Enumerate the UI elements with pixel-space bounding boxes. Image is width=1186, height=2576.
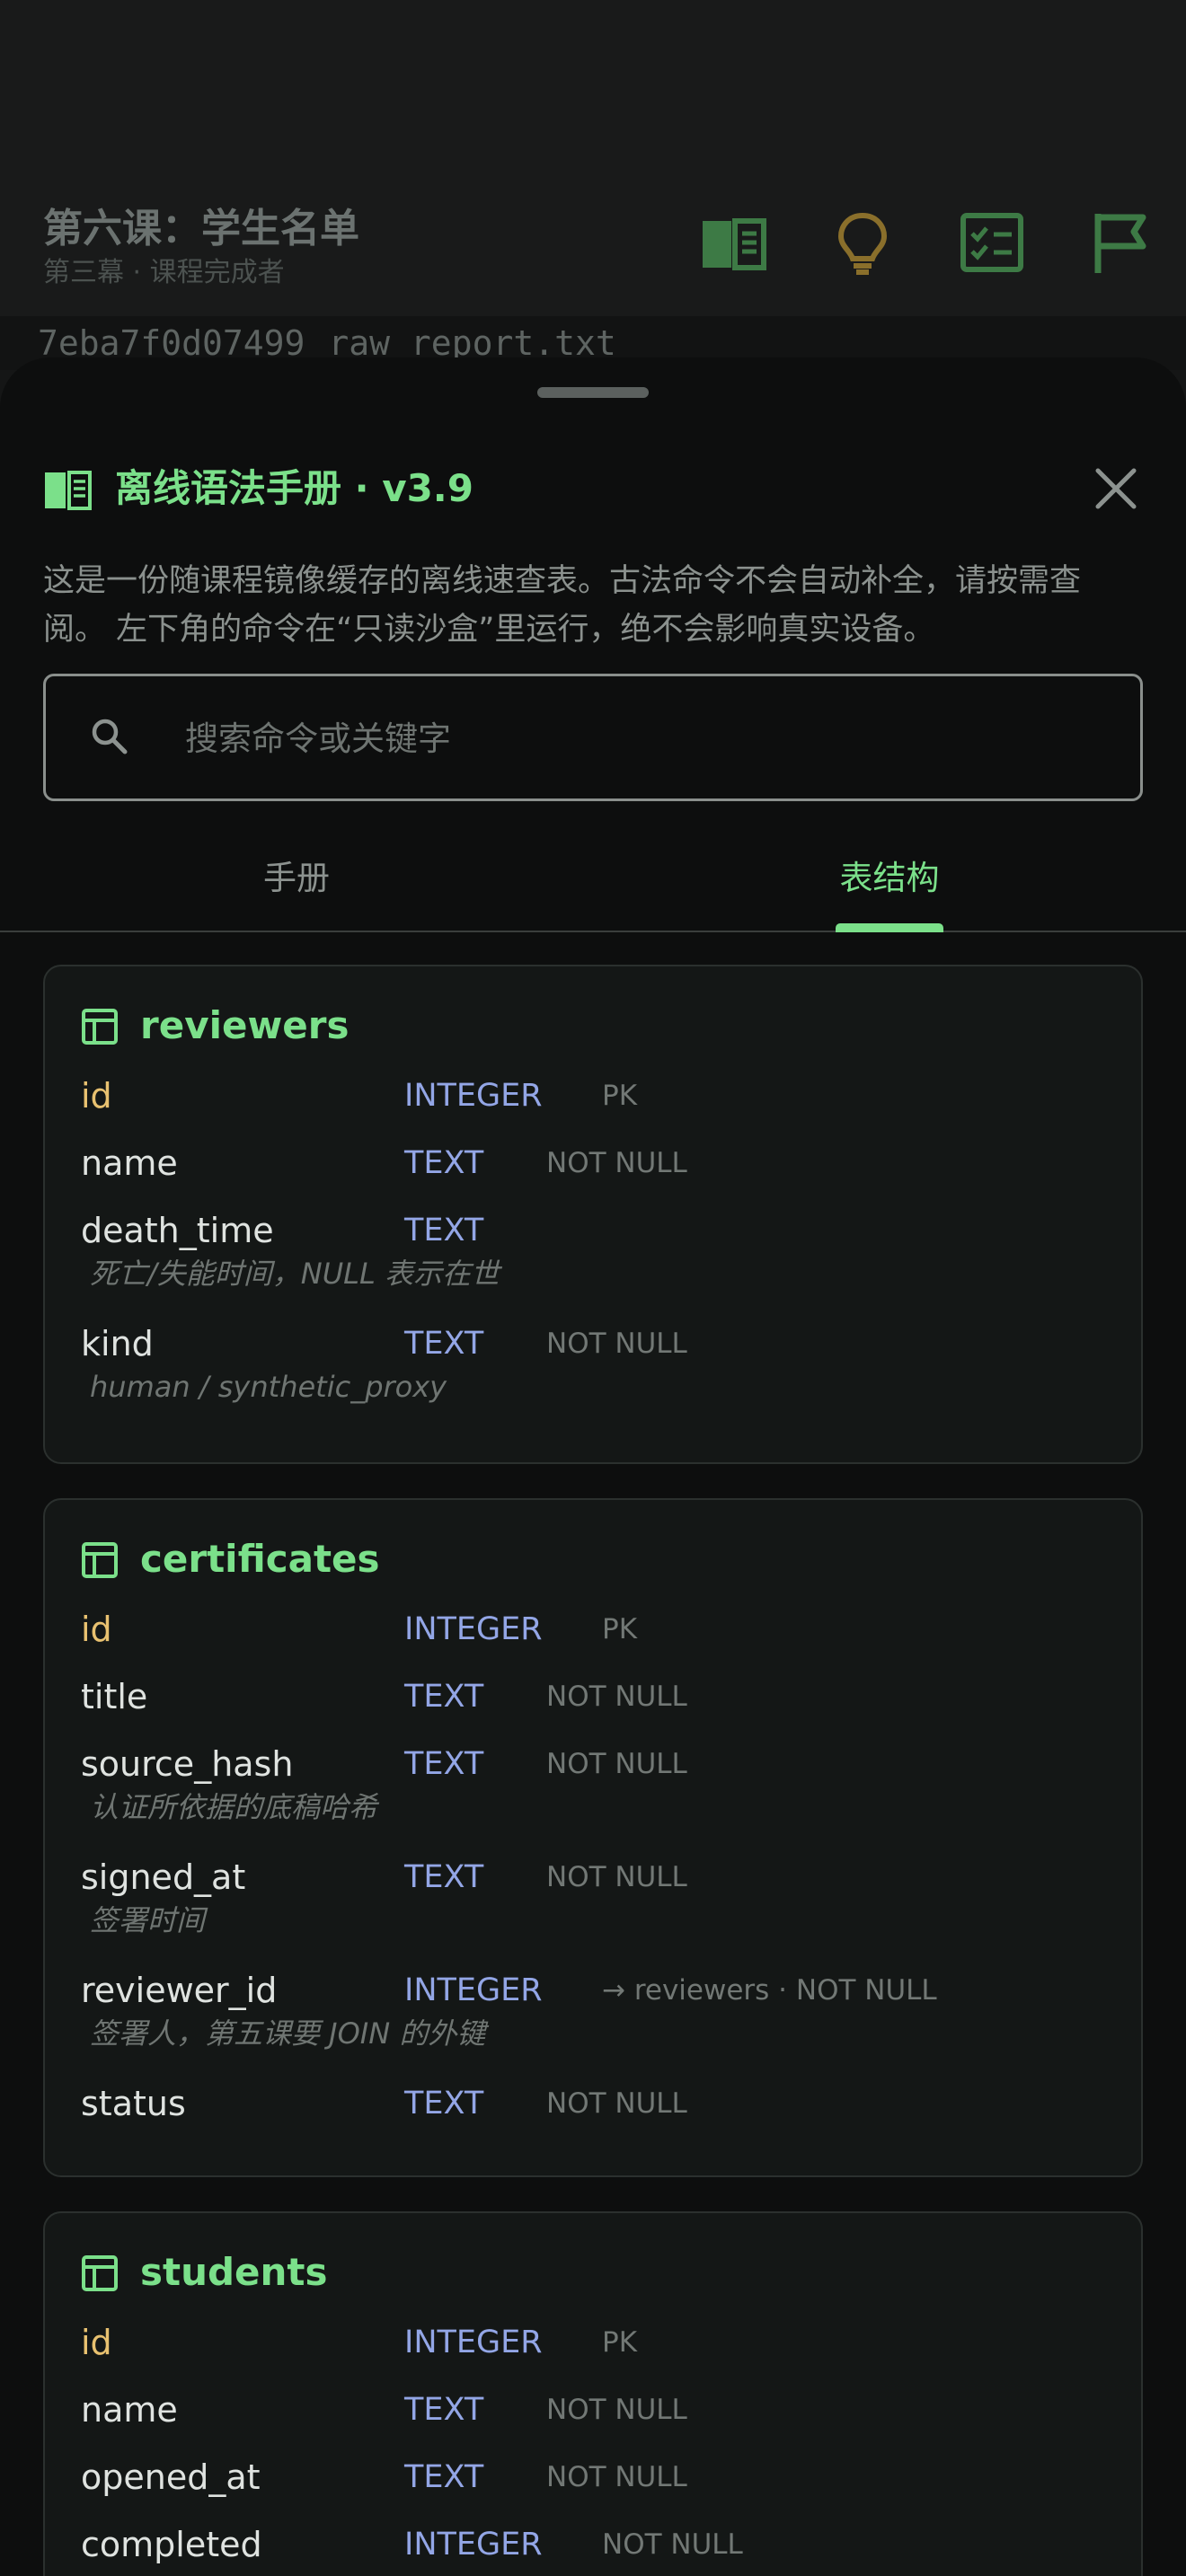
field-name: name (81, 2390, 178, 2430)
field-name: reviewer_id (81, 1971, 278, 2010)
field-constraint: NOT NULL (602, 2528, 743, 2561)
close-button[interactable] (1089, 462, 1143, 516)
table-name: students (140, 2250, 328, 2294)
field-row: id INTEGER PK (81, 1602, 1114, 1656)
field-type: INTEGER (404, 1078, 543, 1114)
tab-bar: 手册 表结构 (0, 825, 1186, 932)
field-type: TEXT (404, 2459, 484, 2495)
field-constraint: NOT NULL (546, 2087, 687, 2120)
lesson-subtitle: 第三幕 · 课程完成者 (43, 257, 285, 288)
field-constraint: NOT NULL (546, 2394, 687, 2426)
field-name: title (81, 1677, 148, 1716)
table-name: reviewers (140, 1003, 350, 1047)
field-name: id (81, 2323, 112, 2362)
sheet-drag-handle[interactable] (537, 387, 649, 398)
field-type: TEXT (404, 1145, 484, 1181)
field-type: TEXT (404, 2086, 484, 2122)
field-name: kind (81, 1324, 154, 1363)
field-type: INTEGER (404, 1611, 543, 1647)
field-type: TEXT (404, 2392, 484, 2428)
table-card-reviewers: reviewers id INTEGER PK name TEXT NOT NU… (43, 965, 1143, 1464)
sheet-intro: 这是一份随课程镜像缓存的离线速查表。古法命令不会自动补全，请按需查阅。 左下角的… (43, 563, 1082, 648)
lesson-title: 第六课：学生名单 (43, 206, 359, 251)
table-icon (81, 1008, 119, 1045)
field-constraint: NOT NULL (546, 1681, 687, 1713)
field-note: human / synthetic_proxy (90, 1370, 447, 1404)
field-constraint: PK (602, 1080, 638, 1112)
field-constraint: NOT NULL (546, 2461, 687, 2493)
table-icon (81, 1541, 119, 1579)
search-box[interactable] (43, 674, 1143, 801)
field-row: kind TEXT NOT NULL (81, 1317, 1114, 1371)
field-type: TEXT (404, 1746, 484, 1782)
field-name: source_hash (81, 1744, 294, 1784)
sheet-header: 离线语法手册 · v3.9 (43, 463, 1143, 517)
field-name: id (81, 1076, 112, 1116)
field-name: name (81, 1143, 178, 1183)
field-type: INTEGER (404, 2527, 543, 2563)
field-note: 签署人，第五课要 JOIN 的外键 (90, 2016, 486, 2051)
field-constraint: NOT NULL (546, 1328, 687, 1360)
book-icon[interactable] (699, 208, 767, 277)
field-row: name TEXT NOT NULL (81, 2383, 1114, 2437)
field-name: completed (81, 2525, 262, 2564)
field-note: 认证所依据的底稿哈希 (90, 1790, 378, 1824)
field-row: death_time TEXT (81, 1204, 1114, 1257)
field-type: TEXT (404, 1859, 484, 1895)
lightbulb-icon[interactable] (828, 208, 897, 277)
field-note: 死亡/失能时间，NULL 表示在世 (90, 1257, 500, 1291)
field-row: completed INTEGER NOT NULL (81, 2518, 1114, 2572)
sheet-title: 离线语法手册 · v3.9 (115, 466, 474, 510)
table-name: certificates (140, 1537, 380, 1581)
field-row: signed_at TEXT NOT NULL (81, 1850, 1114, 1904)
checklist-icon[interactable] (958, 208, 1026, 277)
search-icon (87, 714, 132, 759)
field-row: id INTEGER PK (81, 2316, 1114, 2369)
tab-manual[interactable]: 手册 (0, 825, 593, 932)
table-card-students: students id INTEGER PK name TEXT NOT NUL… (43, 2211, 1143, 2576)
field-row: name TEXT NOT NULL (81, 1136, 1114, 1190)
field-row: title TEXT NOT NULL (81, 1670, 1114, 1724)
field-constraint: NOT NULL (546, 1861, 687, 1893)
field-name: id (81, 1610, 112, 1649)
lesson-header: 第六课：学生名单 第三幕 · 课程完成者 (0, 0, 1186, 316)
field-constraint: PK (602, 2326, 638, 2359)
table-card-certificates: certificates id INTEGER PK title TEXT NO… (43, 1498, 1143, 2177)
field-row: id INTEGER PK (81, 1069, 1114, 1123)
field-type: TEXT (404, 1213, 484, 1248)
field-type: INTEGER (404, 2325, 543, 2360)
field-constraint: NOT NULL (546, 1147, 687, 1179)
tab-schema[interactable]: 表结构 (593, 825, 1186, 932)
field-name: death_time (81, 1211, 274, 1250)
field-name: signed_at (81, 1857, 246, 1897)
field-row: reviewer_id INTEGER → reviewers · NOT NU… (81, 1963, 1114, 2017)
flag-icon[interactable] (1087, 208, 1155, 277)
field-constraint: PK (602, 1613, 638, 1645)
field-type: TEXT (404, 1679, 484, 1715)
active-tab-indicator (836, 923, 943, 932)
field-name: opened_at (81, 2457, 261, 2497)
search-input[interactable] (185, 709, 1084, 768)
field-row: source_hash TEXT NOT NULL (81, 1737, 1114, 1791)
field-type: INTEGER (404, 1972, 543, 2008)
field-constraint: NOT NULL (546, 1748, 687, 1780)
book-icon (43, 469, 92, 510)
grammar-handbook-sheet: 离线语法手册 · v3.9 这是一份随课程镜像缓存的离线速查表。古法命令不会自动… (0, 357, 1186, 2576)
field-name: status (81, 2084, 186, 2123)
field-constraint: → reviewers · NOT NULL (602, 1974, 937, 2007)
table-icon (81, 2254, 119, 2292)
field-row: status TEXT NOT NULL (81, 2077, 1114, 2130)
field-row: opened_at TEXT NOT NULL (81, 2450, 1114, 2504)
close-icon (1095, 468, 1137, 509)
field-type: TEXT (404, 1326, 484, 1362)
field-note: 签署时间 (90, 1903, 206, 1937)
